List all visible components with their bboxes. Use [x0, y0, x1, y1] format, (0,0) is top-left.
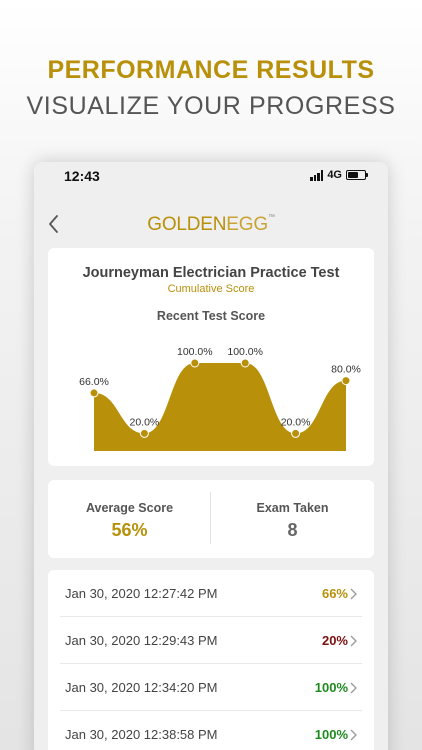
chevron-right-icon — [350, 682, 357, 694]
data-point — [139, 428, 149, 438]
status-time: 12:43 — [64, 168, 100, 184]
history-date: Jan 30, 2020 12:27:42 PM — [65, 586, 218, 601]
logo-text-golden: GOLDEN — [147, 214, 227, 235]
golden-egg-logo: GOLDENEGG™ — [34, 214, 388, 236]
data-point — [291, 428, 301, 438]
history-date: Jan 30, 2020 12:29:43 PM — [65, 633, 218, 648]
phone-screen: 12:43 4G GOLDENEGG™ Journeyman Electrici… — [34, 162, 388, 750]
data-label: 80.0% — [331, 364, 361, 376]
history-score: 20% — [321, 633, 348, 648]
stats-card: Average Score 56% Exam Taken 8 — [48, 480, 374, 558]
data-label: 20.0% — [281, 416, 311, 428]
history-row[interactable]: Jan 30, 2020 12:27:42 PM 66% — [48, 570, 374, 617]
status-icons: 4G — [310, 169, 368, 181]
history-row[interactable]: Jan 30, 2020 12:34:20 PM 100% — [48, 664, 374, 711]
score-area — [94, 363, 346, 451]
exams-taken-block: Exam Taken 8 — [211, 480, 374, 558]
data-point — [190, 358, 200, 368]
average-score-block: Average Score 56% — [48, 480, 211, 558]
data-label: 66.0% — [79, 376, 109, 388]
data-label: 100.0% — [177, 346, 213, 358]
data-point — [341, 376, 351, 386]
score-area-chart: 66.0% 20.0% 100.0% 100.0% 20.0% 80.0% — [79, 346, 361, 451]
data-label: 20.0% — [130, 416, 160, 428]
history-date: Jan 30, 2020 12:38:58 PM — [65, 727, 218, 742]
data-label: 100.0% — [227, 346, 263, 358]
promo-headline: PERFORMANCE RESULTS — [47, 56, 375, 84]
promo-subheadline: VISUALIZE YOUR PROGRESS — [26, 92, 396, 120]
status-bar: 12:43 4G — [34, 162, 388, 190]
chevron-right-icon — [350, 729, 357, 741]
history-score: 100% — [314, 727, 348, 742]
average-score-label: Average Score — [85, 501, 174, 515]
average-score-value: 56% — [111, 520, 148, 540]
data-point — [89, 388, 99, 398]
network-label: 4G — [327, 169, 342, 181]
exam-history-list: Jan 30, 2020 12:27:42 PM 66% Jan 30, 202… — [48, 570, 374, 750]
battery-icon — [346, 170, 368, 180]
score-chart-card: Journeyman Electrician Practice Test Cum… — [48, 248, 374, 466]
exams-taken-label: Exam Taken — [256, 501, 329, 515]
chevron-right-icon — [350, 588, 357, 600]
signal-icon — [310, 169, 324, 181]
nav-bar: GOLDENEGG™ — [34, 204, 388, 244]
history-date: Jan 30, 2020 12:34:20 PM — [65, 680, 218, 695]
history-row[interactable]: Jan 30, 2020 12:38:58 PM 100% — [48, 711, 374, 750]
history-row[interactable]: Jan 30, 2020 12:29:43 PM 20% — [48, 617, 374, 664]
data-point — [240, 358, 250, 368]
chevron-right-icon — [350, 635, 357, 647]
logo-trademark: ™ — [267, 214, 275, 221]
history-score: 66% — [321, 586, 348, 601]
history-score: 100% — [314, 680, 348, 695]
exams-taken-value: 8 — [287, 520, 298, 540]
logo-text-egg: EGG — [226, 214, 268, 235]
